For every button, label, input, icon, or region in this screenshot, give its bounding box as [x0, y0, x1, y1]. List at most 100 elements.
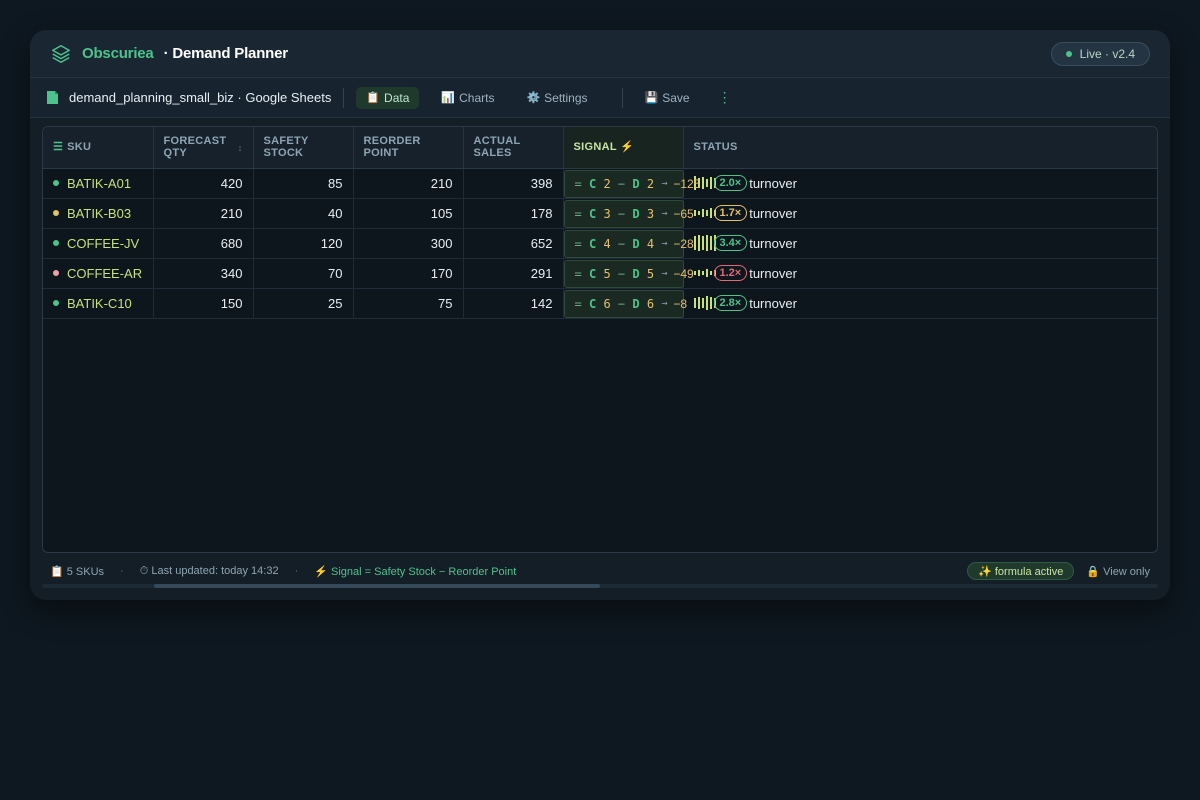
table-row[interactable]: COFFEE-AR 340 70 170 291 = C 5 − D 5 → −49 1.2×…: [43, 258, 1157, 289]
signal-cell[interactable]: = C 6 − D 6 → −8: [563, 288, 687, 319]
column-header-signal[interactable]: SIGNAL ⚡: [563, 127, 684, 169]
sparkline-bar: [705, 210, 708, 217]
more-options-icon[interactable]: ⋮: [712, 89, 738, 106]
tab-settings[interactable]: ⚙️ Settings: [516, 87, 597, 109]
sparkline-bar: [701, 271, 704, 276]
safety-stock-cell[interactable]: 25: [253, 288, 354, 319]
formula-row-c: 4: [603, 236, 611, 251]
formula-col-d: D: [632, 176, 640, 191]
forecast-qty-cell[interactable]: 150: [153, 288, 254, 319]
formula-equals: =: [574, 206, 582, 221]
actual-sales-cell[interactable]: 652: [463, 228, 564, 259]
tab-data[interactable]: 📋 Data: [356, 86, 420, 109]
sku-cell[interactable]: BATIK-C10: [43, 288, 154, 319]
bar-chart-icon: 📊: [441, 92, 456, 104]
reorder-point-cell[interactable]: 105: [353, 198, 464, 229]
sparkline-bar: [705, 179, 708, 188]
sku-cell[interactable]: COFFEE-JV: [43, 228, 154, 259]
forecast-qty-cell[interactable]: 680: [153, 228, 254, 259]
formula-minus: −: [617, 236, 626, 251]
reorder-point-cell[interactable]: 75: [353, 288, 464, 319]
reorder-point-cell[interactable]: 210: [353, 168, 464, 199]
sku-cell[interactable]: COFFEE-AR: [43, 258, 154, 289]
forecast-qty-cell[interactable]: 340: [153, 258, 254, 289]
formula-equals: =: [574, 236, 582, 251]
formula-row-d: 5: [646, 266, 655, 281]
formula-col-c: C: [588, 266, 597, 281]
status-cell[interactable]: 1.2× turnover: [683, 258, 1157, 289]
status-cell[interactable]: 2.0× turnover: [683, 168, 1157, 199]
toolbar: demand_planning_small_biz · Google Sheet…: [30, 78, 1170, 118]
safety-stock-cell[interactable]: 70: [253, 258, 354, 289]
reorder-point-cell[interactable]: 170: [353, 258, 464, 289]
status-dot-icon: [53, 240, 59, 247]
tab-charts[interactable]: 📊 Charts: [431, 87, 504, 109]
signal-cell[interactable]: = C 3 − D 3 → −65: [563, 198, 694, 229]
table-row[interactable]: BATIK-B03 210 40 105 178 = C 3 − D 3 → −65 1.7×…: [43, 198, 1157, 229]
column-header-signal-label: SIGNAL ⚡: [573, 141, 635, 154]
sku-cell[interactable]: BATIK-A01: [43, 168, 154, 199]
sku-table: ☰ SKU FORECAST QTY ↕ SAFETY STOCK REORDER …: [43, 127, 1157, 319]
formula-col-c: C: [588, 176, 597, 191]
sort-icon[interactable]: ↕: [238, 142, 243, 154]
signal-formula-box[interactable]: = C 6 − D 6 → −8: [563, 289, 687, 318]
formula-equals: =: [574, 266, 582, 281]
signal-cell[interactable]: = C 5 − D 5 → −49: [563, 258, 694, 289]
forecast-qty-cell[interactable]: 420: [153, 168, 254, 199]
formula-equals: =: [574, 176, 582, 191]
table-body: BATIK-A01 420 85 210 398 = C 2 − D 2 → −125 2.0…: [43, 168, 1157, 319]
signal-formula-box[interactable]: = C 3 − D 3 → −65: [563, 199, 694, 228]
save-button[interactable]: 💾 Save: [635, 87, 700, 109]
sparkline-bar: [697, 270, 700, 277]
signal-cell[interactable]: = C 4 − D 4 → −28: [563, 228, 694, 259]
column-header-status[interactable]: STATUS: [683, 127, 1157, 169]
column-header-forecast-qty[interactable]: FORECAST QTY ↕: [153, 127, 254, 169]
rows-icon: ☰: [53, 141, 64, 154]
scrollbar-thumb[interactable]: [154, 584, 600, 588]
column-header-safety-stock[interactable]: SAFETY STOCK: [253, 127, 354, 169]
column-header-safety-label: SAFETY STOCK: [263, 135, 309, 160]
forecast-qty-cell[interactable]: 210: [153, 198, 254, 229]
column-header-sku[interactable]: ☰ SKU: [43, 127, 154, 169]
table-row[interactable]: BATIK-A01 420 85 210 398 = C 2 − D 2 → −125 2.0…: [43, 168, 1157, 199]
status-dot-icon: [53, 210, 59, 217]
signal-formula-box[interactable]: = C 4 − D 4 → −28: [563, 229, 694, 258]
column-header-reorder-point[interactable]: REORDER POINT: [353, 127, 464, 169]
reorder-point-cell[interactable]: 300: [353, 228, 464, 259]
horizontal-scrollbar[interactable]: [42, 584, 1158, 588]
actual-sales-cell[interactable]: 398: [463, 168, 564, 199]
brand-name: Obscuriea: [82, 45, 154, 62]
status-cell[interactable]: 2.8× turnover: [683, 288, 1157, 319]
gear-icon: ⚙️: [526, 92, 541, 104]
column-header-actual-sales[interactable]: ACTUAL SALES: [463, 127, 564, 169]
signal-formula-box[interactable]: = C 2 − D 2 → −125: [563, 169, 700, 198]
actual-sales-cell[interactable]: 142: [463, 288, 564, 319]
floppy-disk-icon: 💾: [644, 92, 659, 104]
actual-sales-cell[interactable]: 178: [463, 198, 564, 229]
sku-count: 📋 5 SKUs: [50, 565, 105, 578]
arrow-right-icon: →: [661, 208, 668, 219]
turnover-label: turnover: [749, 175, 797, 191]
status-cell[interactable]: 3.4× turnover: [683, 228, 1157, 259]
column-header-status-label: STATUS: [693, 141, 738, 154]
turnover-ratio-badge: 2.8×: [713, 295, 748, 312]
sparkline-bar: [701, 236, 704, 251]
formula-col-d: D: [632, 206, 640, 221]
formula-minus: −: [617, 296, 626, 311]
safety-stock-cell[interactable]: 85: [253, 168, 354, 199]
safety-stock-cell[interactable]: 120: [253, 228, 354, 259]
actual-sales-cell[interactable]: 291: [463, 258, 564, 289]
sparkline-bar: [701, 177, 704, 190]
signal-formula-box[interactable]: = C 5 − D 5 → −49: [563, 259, 694, 288]
signal-cell[interactable]: = C 2 − D 2 → −125: [563, 168, 700, 199]
formula-col-d: D: [632, 266, 640, 281]
status-cell[interactable]: 1.7× turnover: [683, 198, 1157, 229]
table-row[interactable]: BATIK-C10 150 25 75 142 = C 6 − D 6 → −8 2.8× tu…: [43, 288, 1157, 319]
safety-stock-cell[interactable]: 40: [253, 198, 354, 229]
sparkline-bar: [701, 209, 704, 218]
sku-cell[interactable]: BATIK-B03: [43, 198, 154, 229]
table-row[interactable]: COFFEE-JV 680 120 300 652 = C 4 − D 4 → −28 3.4…: [43, 228, 1157, 259]
formula-minus: −: [617, 266, 626, 281]
column-header-forecast-label: FORECAST QTY: [163, 135, 227, 160]
formula-col-c: C: [588, 236, 597, 251]
